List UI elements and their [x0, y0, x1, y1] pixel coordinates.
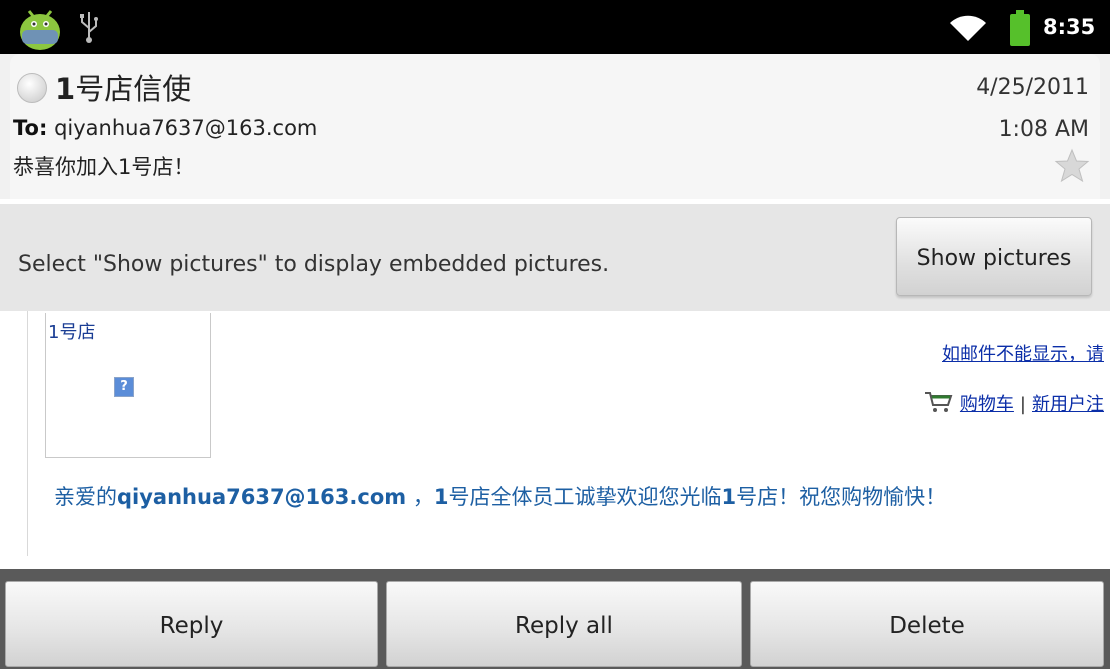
sender-presence-icon [17, 73, 47, 103]
delete-button[interactable]: Delete [750, 581, 1104, 667]
shopping-cart-link[interactable]: 购物车 [960, 394, 1014, 415]
cart-row: 购物车 | 新用户注 [924, 390, 1104, 416]
body-divider [27, 311, 28, 556]
usb-icon [80, 12, 98, 43]
link-separator: | [1019, 394, 1026, 415]
store-logo-alt-text: 1号店 [48, 322, 96, 343]
recipient-address: qiyanhua7637@163.com [54, 116, 318, 140]
reply-button[interactable]: Reply [5, 581, 378, 667]
email-subject: 恭喜你加入1号店！ [13, 155, 195, 179]
wifi-icon [950, 15, 986, 41]
to-label: To: [13, 116, 48, 140]
sender-name[interactable]: 1号店信使 [55, 66, 191, 108]
register-link[interactable]: 新用户注 [1032, 394, 1104, 415]
android-notification-icon [20, 10, 60, 50]
status-bar: 8:35 [0, 0, 1110, 54]
status-clock: 8:35 [1043, 15, 1096, 39]
battery-icon [1010, 10, 1030, 46]
email-time: 1:08 AM [998, 117, 1089, 142]
reply-all-button[interactable]: Reply all [386, 581, 742, 667]
shopping-cart-icon [924, 392, 953, 412]
broken-image-icon: ? [114, 377, 134, 397]
star-icon[interactable] [1054, 148, 1090, 184]
recipient-line: To: qiyanhua7637@163.com [13, 116, 317, 140]
welcome-message: 亲爱的qiyanhua7637@163.com ，1号店全体员工诚挚欢迎您光临1… [54, 485, 947, 509]
view-online-link[interactable]: 如邮件不能显示，请 [942, 340, 1104, 366]
show-pictures-message: Select "Show pictures" to display embedd… [18, 252, 610, 277]
show-pictures-button[interactable]: Show pictures [896, 217, 1092, 296]
email-date: 4/25/2011 [976, 75, 1089, 100]
